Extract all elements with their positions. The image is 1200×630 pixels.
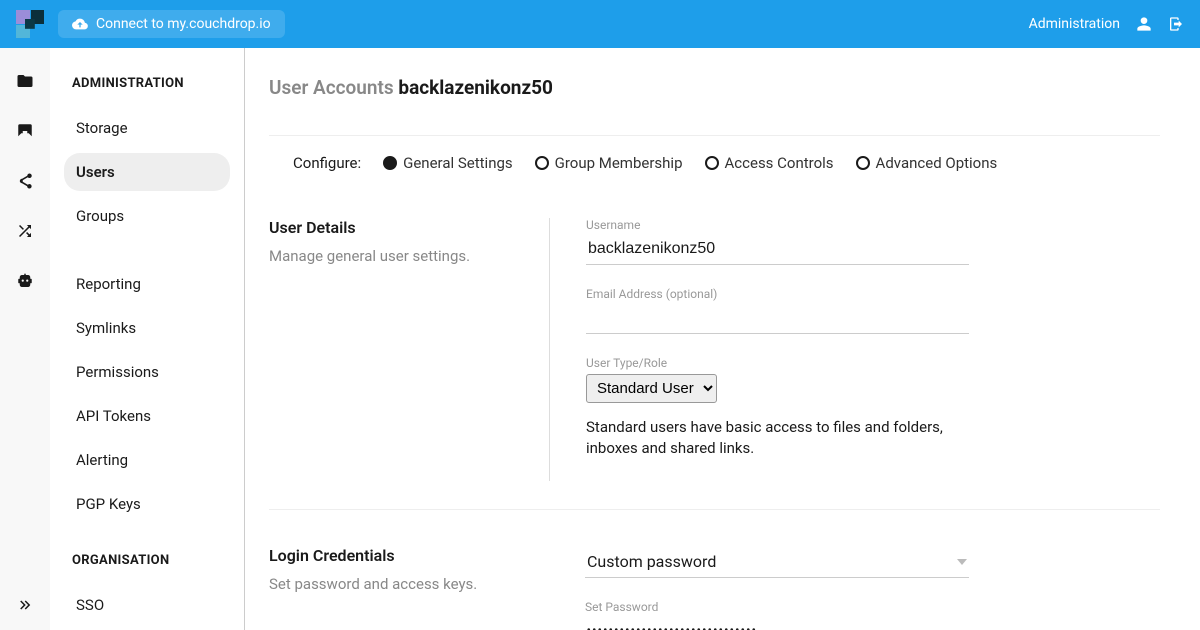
field-password-method: Custom password [585,546,969,578]
sidebar-item-groups[interactable]: Groups [64,197,230,235]
sidebar-item-alerting[interactable]: Alerting [64,441,230,479]
chevron-down-icon [957,559,967,565]
tab-general-settings[interactable]: General Settings [383,154,513,172]
configure-label: Configure: [293,154,361,172]
sidebar-item-storage[interactable]: Storage [64,109,230,147]
section-title: User Details [269,218,529,237]
folder-icon[interactable] [16,72,34,90]
tab-label: General Settings [403,154,513,172]
page-title-prefix: User Accounts [269,76,398,99]
username-label: Username [586,218,969,232]
section-description: Manage general user settings. [269,247,529,265]
share-icon[interactable] [16,172,34,190]
cloud-upload-icon [72,16,88,32]
connect-label: Connect to my.couchdrop.io [96,16,271,32]
divider [269,509,1160,510]
tab-advanced-options[interactable]: Advanced Options [856,154,998,172]
administration-link[interactable]: Administration [1029,16,1120,32]
tab-label: Advanced Options [876,154,998,172]
sidebar: ADMINISTRATION Storage Users Groups Repo… [50,48,245,630]
tab-label: Access Controls [725,154,834,172]
sidebar-item-users[interactable]: Users [64,153,230,191]
role-help-text: Standard users have basic access to file… [586,417,969,459]
page-title-username: backlazenikonz50 [398,76,553,99]
section-user-details: User Details Manage general user setting… [269,200,1160,509]
set-password-label: Set Password [585,600,969,614]
field-username: Username [586,218,969,265]
topbar-right: Administration [1029,16,1184,32]
radio-empty-icon [856,156,870,170]
tab-access-controls[interactable]: Access Controls [705,154,834,172]
password-method-value: Custom password [587,552,716,571]
field-set-password: Set Password [585,600,969,630]
password-method-select[interactable]: Custom password [585,546,969,578]
field-email: Email Address (optional) [586,287,969,334]
shuffle-icon[interactable] [16,222,34,240]
email-label: Email Address (optional) [586,287,969,301]
tab-label: Group Membership [555,154,683,172]
logout-icon[interactable] [1168,16,1184,32]
role-label: User Type/Role [586,356,969,370]
inbox-icon[interactable] [16,122,34,140]
field-role: User Type/Role Standard User Standard us… [586,356,969,459]
sidebar-item-reporting[interactable]: Reporting [64,265,230,303]
sidebar-section-administration: ADMINISTRATION [64,76,230,91]
topbar: Connect to my.couchdrop.io Administratio… [0,0,1200,48]
robot-icon[interactable] [16,272,34,290]
sidebar-item-symlinks[interactable]: Symlinks [64,309,230,347]
sidebar-item-permissions[interactable]: Permissions [64,353,230,391]
sidebar-item-api-tokens[interactable]: API Tokens [64,397,230,435]
sidebar-item-pgp-keys[interactable]: PGP Keys [64,485,230,523]
username-input[interactable] [586,236,969,265]
password-input[interactable] [585,621,969,630]
role-select[interactable]: Standard User [586,374,717,403]
page-title: User Accounts backlazenikonz50 [269,76,1160,99]
divider [269,135,1160,136]
radio-empty-icon [705,156,719,170]
logo-icon [16,10,44,38]
section-login-credentials: Login Credentials Set password and acces… [269,528,1160,630]
icon-rail [0,48,50,630]
tab-group-membership[interactable]: Group Membership [535,154,683,172]
user-icon[interactable] [1136,16,1152,32]
email-input[interactable] [586,305,969,334]
sidebar-item-sso[interactable]: SSO [64,586,230,624]
configure-tabs: Configure: General Settings Group Member… [269,154,1160,172]
sidebar-section-organisation: ORGANISATION [64,553,230,568]
radio-empty-icon [535,156,549,170]
radio-filled-icon [383,156,397,170]
main-content: User Accounts backlazenikonz50 Configure… [245,48,1200,630]
chevron-collapse-icon[interactable] [16,596,34,614]
section-title: Login Credentials [269,546,529,565]
connect-button[interactable]: Connect to my.couchdrop.io [58,10,285,38]
section-description: Set password and access keys. [269,575,529,593]
